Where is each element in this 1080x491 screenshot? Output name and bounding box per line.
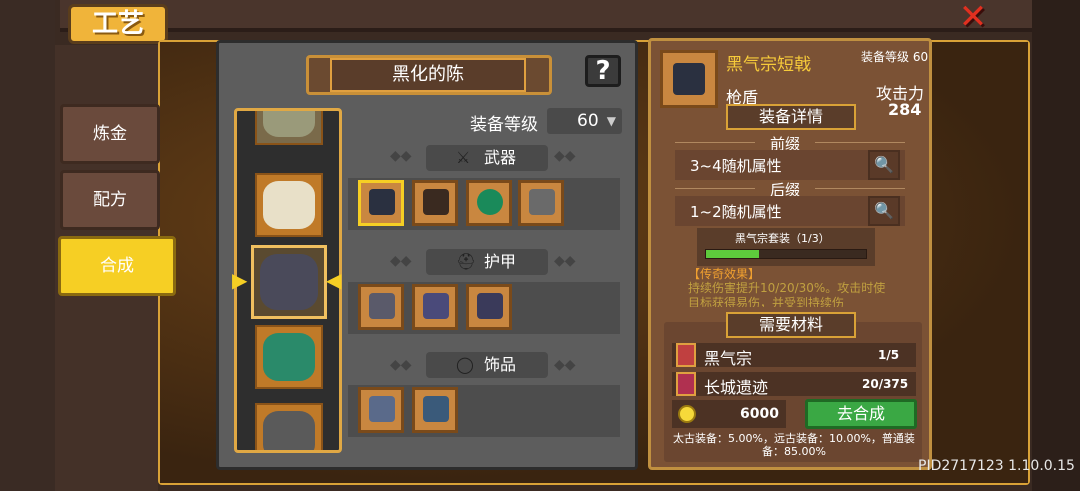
- material-name: 长城遗迹: [704, 378, 769, 397]
- ornament-icon: ◆◆: [554, 148, 576, 164]
- ornament-icon: ◆◆: [390, 253, 412, 269]
- ring-icon: ◯: [456, 355, 474, 374]
- selected-item-icon: [660, 50, 718, 108]
- sidebar-item-synthesis[interactable]: 合成: [58, 236, 176, 296]
- gold-cost: 6000: [740, 406, 779, 422]
- hero-slot[interactable]: [255, 173, 323, 237]
- details-banner: 装备详情: [726, 104, 856, 130]
- page-title: 工艺: [68, 4, 168, 44]
- equip-level-label: 装备等级: [470, 115, 538, 135]
- top-bar: [60, 0, 1035, 32]
- divider: [675, 142, 755, 143]
- right-edge: [1032, 0, 1080, 491]
- hero-slot[interactable]: [255, 403, 323, 450]
- category-label: 武器: [484, 148, 517, 167]
- item-slot[interactable]: [466, 180, 512, 226]
- category-accessory: ◯ 饰品: [426, 352, 548, 378]
- arrow-right-icon: ▶: [232, 268, 248, 292]
- coin-icon: [678, 405, 696, 423]
- boots-icon: [477, 293, 503, 319]
- ornament-icon: ◆◆: [554, 253, 576, 269]
- item-slot[interactable]: [412, 180, 458, 226]
- sidebar-item-alchemy[interactable]: 炼金: [60, 104, 160, 164]
- legend-text: 持续伤害提升10/20/30%。攻击时使目标获得易伤，并受到持续伤: [688, 281, 886, 307]
- hero-portrait-icon: [263, 111, 315, 137]
- helmet-icon: ⛑: [456, 252, 477, 271]
- suffix-text: 1~2随机属性: [690, 203, 782, 221]
- item-slot[interactable]: [412, 284, 458, 330]
- equip-level-select[interactable]: 60 ▼: [547, 108, 622, 134]
- material-count: 1/5: [878, 348, 900, 362]
- drop-odds: 太古装备：5.00%，远古装备：10.00%，普通装备：85.00%: [673, 432, 915, 458]
- category-label: 护甲: [484, 252, 517, 271]
- gauntlet-icon: [529, 189, 555, 215]
- set-progress-fill: [706, 250, 759, 258]
- divider: [815, 142, 905, 143]
- material-book-icon: [676, 372, 696, 396]
- armor-icon: [369, 293, 395, 319]
- halberd-icon: [673, 63, 705, 95]
- hero-portrait-icon: [263, 181, 315, 229]
- left-edge: [0, 0, 55, 491]
- material-book-icon: [676, 343, 696, 367]
- hero-name: 黑化的陈: [330, 58, 526, 92]
- pendant-icon: [423, 396, 449, 422]
- helmet-icon: [423, 293, 449, 319]
- legend-title: 【传奇效果】: [688, 267, 761, 281]
- help-button[interactable]: ?: [585, 55, 621, 87]
- build-id: PID2717123 1.10.0.15: [918, 458, 1075, 474]
- divider: [815, 188, 905, 189]
- category-label: 饰品: [484, 355, 517, 374]
- item-slot[interactable]: [358, 284, 404, 330]
- ornament-icon: ◆◆: [390, 148, 412, 164]
- prefix-text: 3~4随机属性: [690, 157, 782, 175]
- chevron-down-icon: ▼: [606, 114, 616, 128]
- hero-portrait-icon: [263, 411, 315, 450]
- close-x-icon[interactable]: ✕: [955, 0, 991, 34]
- ornament-icon: ◆◆: [554, 357, 576, 373]
- sword-icon: ⚔: [456, 148, 471, 167]
- item-slot[interactable]: [518, 180, 564, 226]
- halberd-icon: [369, 189, 395, 215]
- category-armor: ⛑ 护甲: [426, 249, 548, 275]
- orb-icon: [477, 189, 503, 215]
- category-weapon: ⚔ 武器: [426, 145, 548, 171]
- bow-icon: [423, 189, 449, 215]
- hero-portrait-icon: [260, 254, 318, 310]
- item-name: 黑气宗短戟: [726, 55, 811, 75]
- hero-slot-selected[interactable]: [251, 245, 327, 319]
- hero-slot[interactable]: [255, 111, 323, 145]
- divider: [675, 188, 755, 189]
- attack-value: 284: [888, 100, 922, 119]
- hero-slot[interactable]: [255, 325, 323, 389]
- set-label: 黑气宗套装（1/3）: [735, 232, 830, 245]
- arrow-left-icon: ◀: [326, 268, 342, 292]
- magnifier-icon[interactable]: 🔍: [868, 196, 900, 226]
- hero-portrait-icon: [263, 333, 315, 381]
- equip-level-value: 60: [577, 111, 599, 131]
- item-slot[interactable]: [466, 284, 512, 330]
- set-progress: [705, 249, 867, 259]
- magnifier-icon[interactable]: 🔍: [868, 150, 900, 180]
- item-level: 装备等级 60: [861, 50, 929, 64]
- craft-button[interactable]: 去合成: [805, 399, 917, 429]
- item-slot-selected[interactable]: [358, 180, 404, 226]
- amulet-icon: [369, 396, 395, 422]
- material-count: 20/375: [862, 377, 909, 391]
- sidebar-item-recipes[interactable]: 配方: [60, 170, 160, 230]
- item-slot[interactable]: [358, 387, 404, 433]
- item-slot[interactable]: [412, 387, 458, 433]
- ornament-icon: ◆◆: [390, 357, 412, 373]
- materials-banner: 需要材料: [726, 312, 856, 338]
- material-name: 黑气宗: [704, 349, 753, 368]
